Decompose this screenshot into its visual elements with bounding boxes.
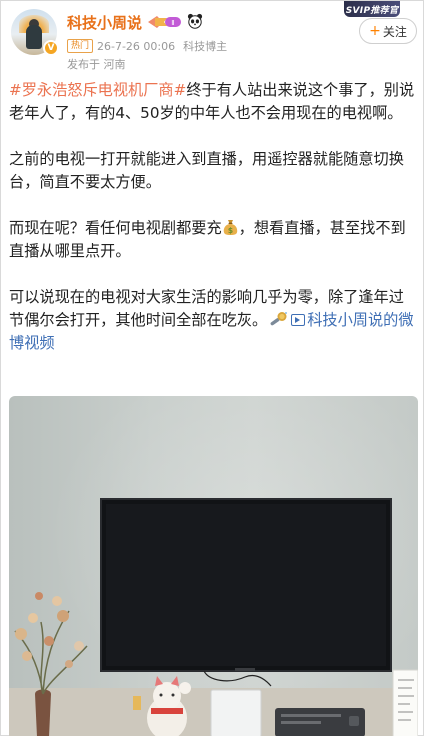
paragraph-2: 之前的电视一打开就能进入到直播，用遥控器就能随意切换台，简直不要太方便。: [9, 150, 404, 191]
avatar[interactable]: V: [11, 9, 59, 56]
topic-link[interactable]: #罗永浩怒斥电视机厂商#: [9, 81, 186, 99]
microphone-emoji-icon: [270, 312, 288, 326]
plus-icon: +: [369, 23, 381, 39]
username[interactable]: 科技小周说: [67, 12, 142, 33]
location: 发布于 河南: [67, 58, 126, 71]
paragraph-1: #罗永浩怒斥电视机厂商#终于有人站出来说这个事了，别说老年人了，有的4、50岁的…: [9, 79, 417, 125]
timestamp: 26-7-26 00:06: [97, 40, 176, 53]
svip-badge: SVIP推荐官: [344, 1, 400, 17]
level-badge-icon: Ⅱ: [148, 16, 181, 28]
moneybag-emoji-icon: $: [223, 220, 237, 235]
follow-label: 关注: [382, 24, 407, 39]
post-image[interactable]: [9, 396, 418, 736]
post-content: #罗永浩怒斥电视机厂商#终于有人站出来说这个事了，别说老年人了，有的4、50岁的…: [9, 79, 417, 355]
svg-text:$: $: [228, 226, 233, 235]
post-card: V 科技小周说 Ⅱ SVIP推荐官 + 关注 热门 26-7-26 00:06 科…: [0, 0, 424, 736]
paragraph-3-text-a: 而现在呢？看任何电视剧都要充: [9, 219, 222, 237]
verified-v-icon: V: [43, 40, 59, 56]
video-link-icon: [291, 314, 306, 326]
tv-icon: [100, 498, 392, 687]
hot-tag: 热门: [67, 39, 94, 53]
follow-button[interactable]: + 关注: [359, 18, 417, 44]
panda-icon: [187, 13, 203, 29]
paragraph-4: 可以说现在的电视对大家生活的影响几乎为零，除了逢年过节偶尔会打开，其他时间全部在…: [9, 286, 417, 355]
post-image-illustration: [9, 498, 418, 736]
user-role: 科技博主: [183, 40, 228, 53]
post-meta: 26-7-26 00:06 科技博主: [97, 38, 227, 54]
paragraph-3: 而现在呢？看任何电视剧都要充 $ ，想看直播，甚至找不到直播从哪里点开。: [9, 217, 417, 263]
note-paper-icon: [392, 669, 418, 736]
level-badge-text: Ⅱ: [171, 19, 174, 27]
router-icon: [275, 708, 365, 736]
